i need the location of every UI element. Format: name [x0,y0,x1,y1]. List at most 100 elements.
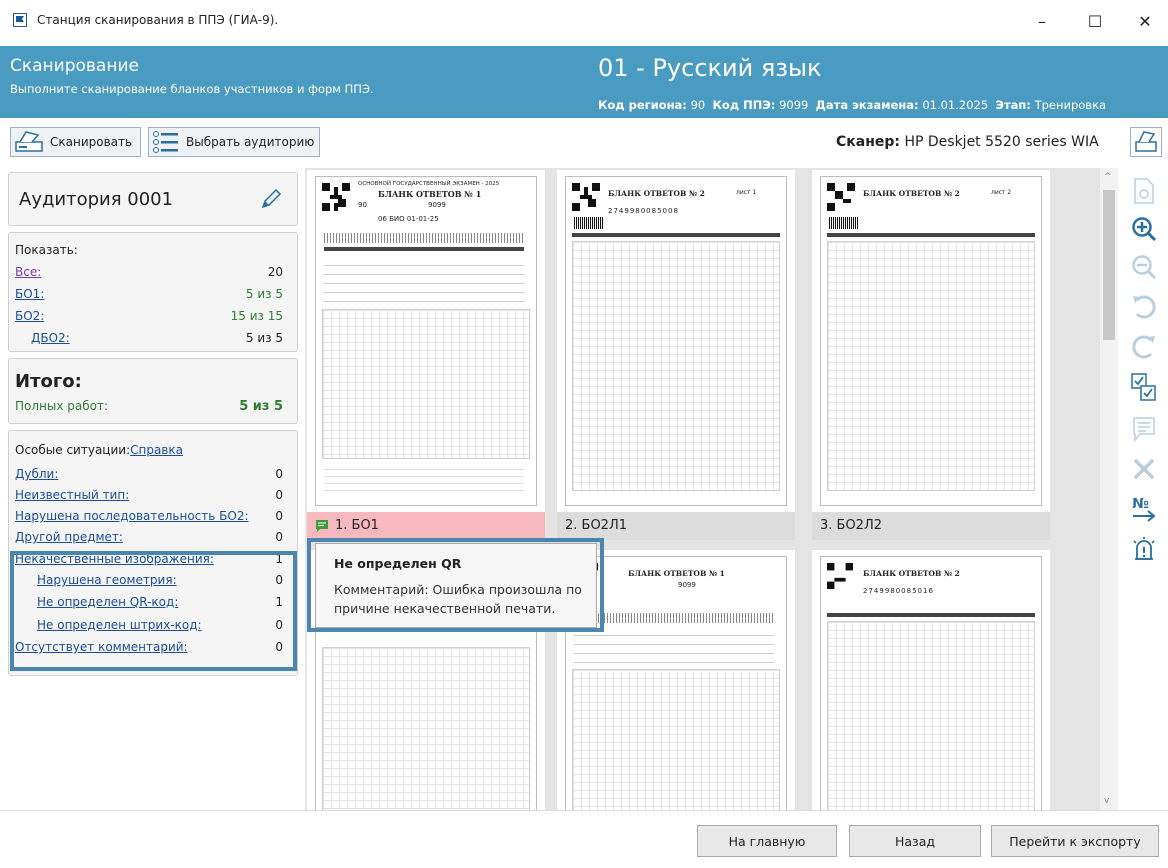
zoom-in-button[interactable] [1129,214,1159,244]
delete-button[interactable] [1129,454,1159,484]
thumb-caption-text: 3. БО2Л2 [820,518,883,533]
special-title: Особые ситуации: [15,443,131,457]
app-icon [13,13,27,27]
vertical-scrollbar[interactable]: ^ v [1100,168,1118,810]
barcode-number: 2749980085008 [608,207,679,215]
show-bo2-link[interactable]: БО2: [15,309,44,323]
form-title: БЛАНК ОТВЕТОВ № 2 [863,569,960,578]
home-button[interactable]: На главную [697,825,837,857]
tooltip-highlight [307,538,604,632]
other-subject-row[interactable]: Другой предмет: 0 [15,530,287,544]
other-subject-link[interactable]: Другой предмет: [15,530,123,544]
form-section-bar [827,613,1035,617]
form-section-bar [827,233,1035,237]
scan-button-label: Сканировать [50,135,133,149]
region-label: Код региона: [598,98,687,112]
export-button[interactable]: Перейти к экспорту [991,825,1159,857]
scan-thumbnail-6[interactable]: БЛАНК ОТВЕТОВ № 2 2749980085016 [812,550,1050,810]
show-bo1-row[interactable]: БО1: 5 из 5 [15,287,287,301]
back-button[interactable]: Назад [849,825,981,857]
pencil-icon[interactable] [259,187,283,211]
checklist-icon [1131,373,1156,401]
show-all-row[interactable]: Все: 20 [15,265,287,279]
help-link[interactable]: Справка [130,443,183,457]
answer-grid [572,241,780,491]
thumb-caption-2: 2. БО2Л1 [557,512,795,540]
barcode-number: 2749980085016 [863,587,934,595]
scroll-up-arrow-icon[interactable]: ^ [1104,172,1112,182]
ppe-code: 9099 [428,201,446,209]
scan-page: БЛАНК ОТВЕТОВ № 2 2749980085016 [820,556,1042,810]
duplicates-link[interactable]: Дубли: [15,467,58,481]
scan-button[interactable]: Сканировать [10,127,141,157]
scan-page: БЛАНК ОТВЕТОВ № 2 лист 1 2749980085008 [565,176,787,506]
rotate-right-button[interactable] [1129,332,1159,362]
scan-thumbnail-2[interactable]: БЛАНК ОТВЕТОВ № 2 лист 1 2749980085008 2… [557,170,795,540]
show-dbo2-link[interactable]: ДБО2: [31,331,70,345]
comment-icon[interactable] [315,519,329,533]
close-button[interactable]: ✕ [1133,10,1157,34]
qr-code-icon [572,183,600,211]
full-works-row: Полных работ: 5 из 5 [15,399,287,414]
title-bar: Станция сканирования в ППЭ (ГИА-9). – ☐ … [0,0,1168,46]
date-label: Дата экзамена: [815,98,919,112]
ppe-label: Код ППЭ: [712,98,776,112]
show-dbo2-row[interactable]: ДБО2: 5 из 5 [31,331,287,345]
other-subject-count: 0 [275,530,283,544]
maximize-button[interactable]: ☐ [1083,10,1107,34]
show-bo1-link[interactable]: БО1: [15,287,44,301]
show-card: Показать: Все: 20 БО1: 5 из 5 БО2: 15 из… [8,232,298,352]
scanner-label: Сканер: [836,134,901,150]
sequence-broken-row[interactable]: Нарушена последовательность БО2: 0 [15,509,287,523]
minimize-button[interactable]: – [1030,10,1054,34]
scan-thumbnail-1[interactable]: ОСНОВНОЙ ГОСУДАРСТВЕННЫЙ ЭКЗАМЕН - 2025 … [307,170,545,540]
total-title: Итого: [15,371,82,392]
char-sample-row [574,613,774,623]
unknown-type-link[interactable]: Неизвестный тип: [15,488,129,502]
view-page-button[interactable] [1129,176,1159,206]
participant-fields [574,627,774,663]
participant-fields [324,257,524,303]
answer-grid [572,669,780,810]
full-works-label: Полных работ: [15,399,109,413]
thumb-caption-1: 1. БО1 [307,512,545,540]
zoom-out-button[interactable] [1129,252,1159,282]
form-title: БЛАНК ОТВЕТОВ № 1 [628,569,725,578]
ppe-code: 9099 [678,581,696,589]
show-all-link[interactable]: Все: [15,265,41,279]
alarm-icon [1133,537,1155,560]
renumber-button[interactable]: № [1129,494,1159,524]
number-sign-icon: № [1132,496,1156,522]
form-title: БЛАНК ОТВЕТОВ № 2 [608,189,705,198]
show-title: Показать: [15,243,78,257]
char-sample-row [324,233,524,243]
form-title: БЛАНК ОТВЕТОВ № 2 [863,189,960,198]
show-bo2-row[interactable]: БО2: 15 из 15 [15,309,287,323]
comment-button[interactable] [1129,414,1159,444]
scanner-icon [1135,131,1157,152]
scan-canvas[interactable]: ОСНОВНОЙ ГОСУДАРСТВЕННЫЙ ЭКЗАМЕН - 2025 … [305,168,1100,810]
duplicates-row[interactable]: Дубли: 0 [15,467,287,481]
sequence-broken-link[interactable]: Нарушена последовательность БО2: [15,509,249,523]
alert-button[interactable] [1129,534,1159,564]
left-panel: Аудитория 0001 Показать: Все: 20 БО1: 5 … [8,170,300,810]
scrollbar-thumb[interactable] [1103,190,1115,340]
rotate-left-icon [1133,295,1156,319]
scanner-name: HP Deskjet 5520 series WIA [904,134,1099,150]
check-pages-button[interactable] [1129,372,1159,402]
sequence-broken-count: 0 [275,509,283,523]
replacement-fields [324,463,524,493]
zoom-in-icon [1132,217,1157,242]
scanner-settings-button[interactable] [1130,127,1162,157]
form-header: ОСНОВНОЙ ГОСУДАРСТВЕННЫЙ ЭКЗАМЕН - 2025 [358,181,500,187]
thumb-caption-text: 2. БО2Л1 [565,518,628,533]
scroll-down-arrow-icon[interactable]: v [1104,796,1109,806]
scan-thumbnail-3[interactable]: БЛАНК ОТВЕТОВ № 2 лист 2 3. БО2Л2 [812,170,1050,540]
region-code: 90 [358,201,367,209]
unknown-type-row[interactable]: Неизвестный тип: 0 [15,488,287,502]
subject-title: 01 - Русский язык [598,54,822,82]
page-header: Сканирование Выполните сканирование блан… [0,46,1168,118]
rotate-left-button[interactable] [1129,292,1159,322]
choose-room-button[interactable]: Выбрать аудиторию [148,127,320,157]
unknown-type-count: 0 [275,488,283,502]
